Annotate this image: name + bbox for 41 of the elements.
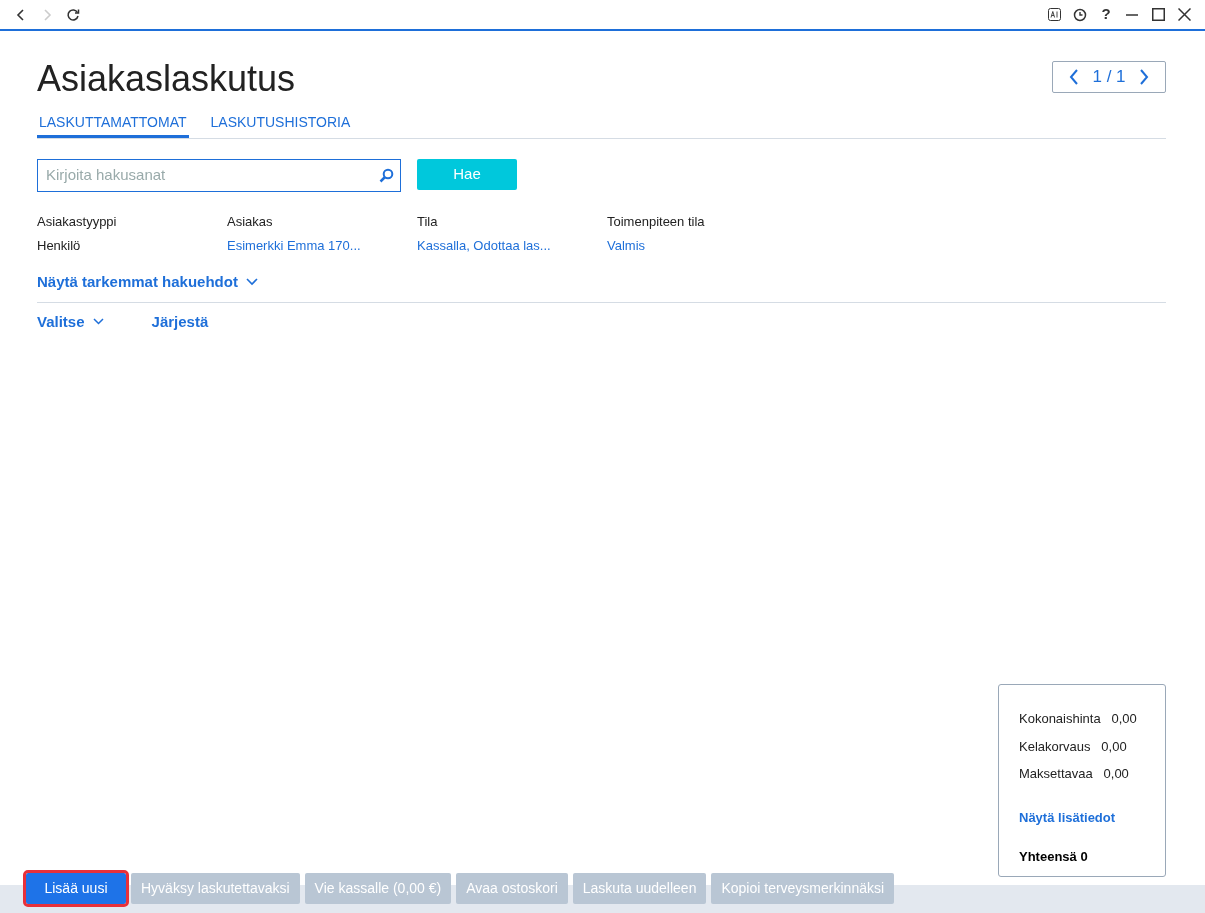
page-indicator: 1 / 1 <box>1092 66 1126 89</box>
ai-icon <box>1047 8 1061 21</box>
maximize-icon <box>1151 8 1165 21</box>
back-icon <box>15 8 27 21</box>
filter-label: Asiakas <box>227 213 274 232</box>
advanced-filters-link[interactable]: Näytä tarkemmat hakuehdot <box>37 271 258 294</box>
action-button: Kopioi terveysmerkinnäksi <box>711 873 895 904</box>
help-button[interactable]: ? <box>1093 1 1119 28</box>
filter-value-link[interactable]: Kassalla, Odottaa las... <box>417 235 607 256</box>
filter-label: Toimenpiteen tila <box>607 213 706 232</box>
chevron-left-icon <box>1069 69 1079 85</box>
action-button: Laskuta uudelleen <box>572 873 707 904</box>
summary-row-text: Kokonaishinta 0,00 <box>1019 710 1138 728</box>
filter-value: Henkilö <box>37 236 82 255</box>
filter-value-link[interactable]: Valmis <box>607 235 797 256</box>
chevron-down-icon <box>92 318 104 326</box>
chevron-down-icon <box>245 278 258 287</box>
chevron-right-icon <box>1139 69 1149 85</box>
search-field[interactable]: Kirjoita hakusanat <box>37 159 401 193</box>
page-title: Asiakaslaskutus <box>37 57 296 101</box>
close-icon <box>1177 8 1191 21</box>
summary-total: Yhteensä 0 <box>1019 848 1089 866</box>
summary-row-text: Maksettavaa 0,00 <box>1019 765 1130 783</box>
action-button: Hyväksy laskutettavaksi <box>131 873 300 904</box>
select-dropdown[interactable]: Valitse <box>37 310 104 334</box>
minimize-icon <box>1126 13 1138 16</box>
details-link[interactable]: Näytä lisätiedot <box>1019 807 1116 827</box>
forward-icon <box>41 8 53 21</box>
filter-label: Asiakastyyppi <box>37 213 118 232</box>
tab[interactable]: LASKUTUSHISTORIA <box>208 108 353 139</box>
reload-icon <box>66 7 80 22</box>
filter-value-link[interactable]: Esimerkki Emma 170... <box>227 235 417 256</box>
clock-icon <box>1073 7 1087 22</box>
summary-row-text: Kelakorvaus 0,00 <box>1019 737 1128 756</box>
action-button[interactable]: Lisää uusi <box>26 873 126 904</box>
action-button: Vie kassalle (0,00 €) <box>304 873 452 904</box>
filter-label: Tila <box>417 213 439 232</box>
search-icon <box>379 168 394 184</box>
sort-link[interactable]: Järjestä <box>151 310 209 334</box>
tab[interactable]: LASKUTTAMATTOMAT <box>37 108 189 139</box>
action-button: Avaa ostoskori <box>456 873 568 904</box>
